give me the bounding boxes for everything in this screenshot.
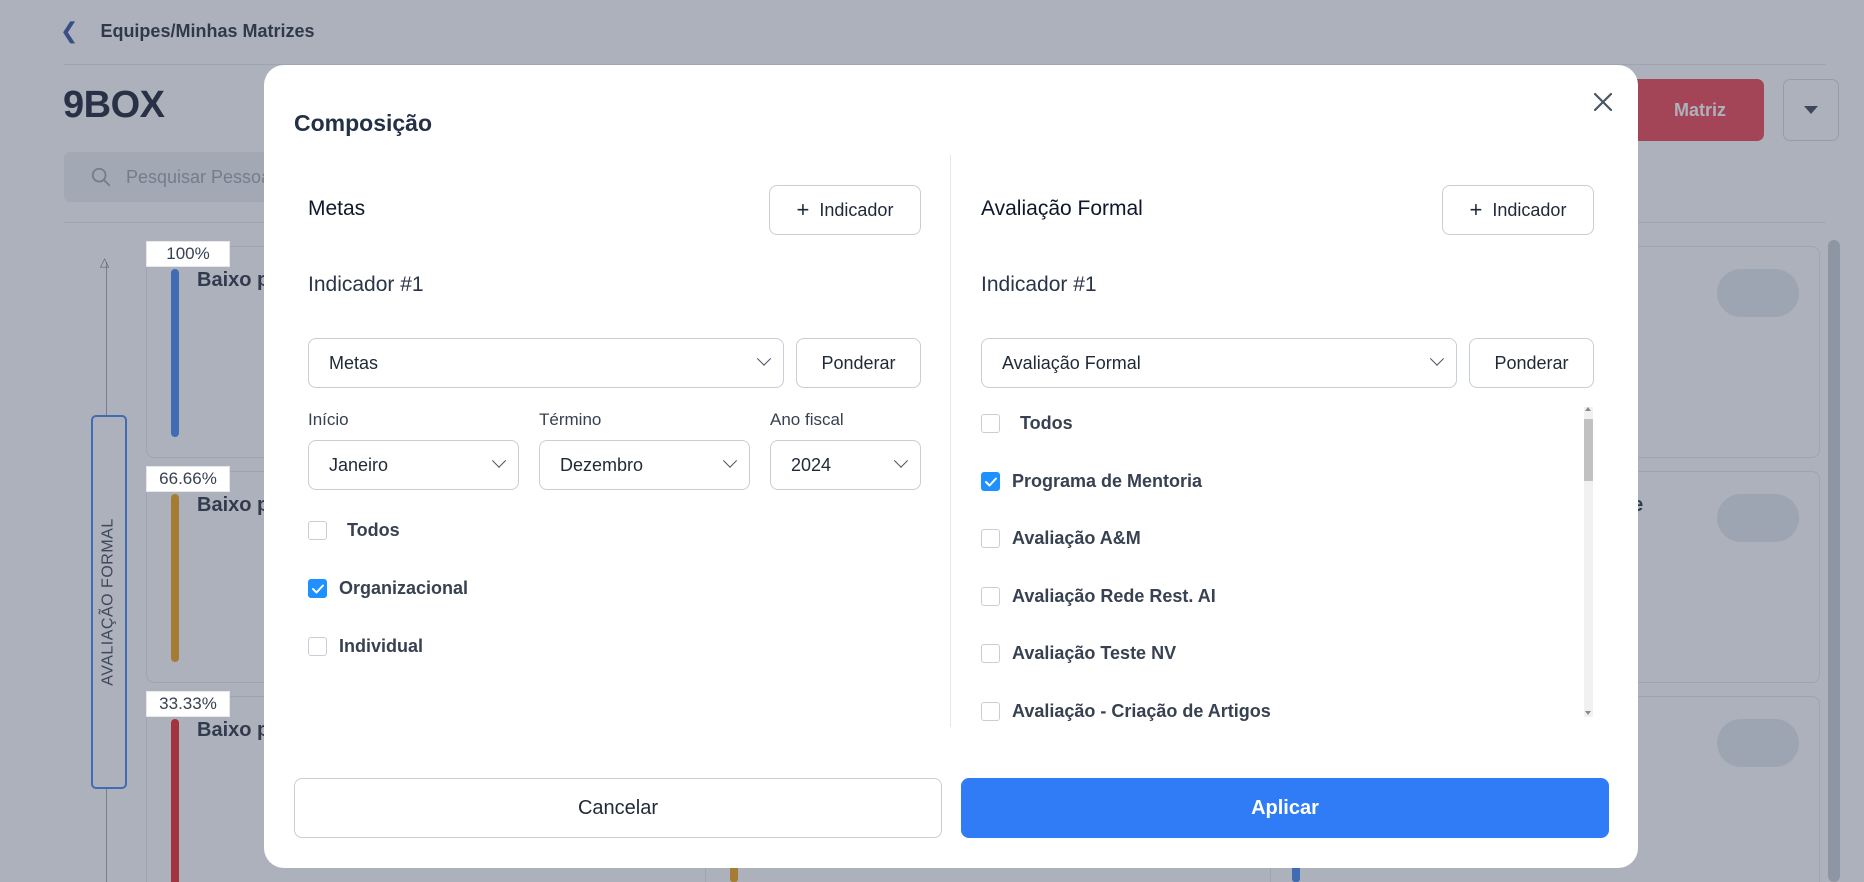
metas-indicator-title: Indicador #1	[308, 273, 424, 296]
option-label: Individual	[339, 636, 424, 656]
formal-indicator-title: Indicador #1	[981, 273, 1097, 296]
pct-label: 100%	[146, 241, 230, 267]
formal-option-todos[interactable]: Todos	[981, 413, 1073, 434]
start-month-select[interactable]: Janeiro	[308, 440, 519, 490]
formal-option-am[interactable]: Avaliação A&M	[981, 528, 1141, 549]
formal-select-value: Avaliação Formal	[1002, 352, 1141, 373]
plus-icon: +	[796, 197, 810, 222]
option-label: Avaliação Rede Rest. AI	[1012, 586, 1216, 606]
option-label: Todos	[1020, 413, 1073, 433]
scroll-up-icon[interactable]	[1585, 407, 1591, 411]
metas-section-title: Metas	[308, 197, 366, 220]
chevron-down-icon	[893, 453, 909, 468]
checkbox-checked[interactable]	[308, 579, 327, 598]
cancel-button[interactable]: Cancelar	[294, 778, 942, 838]
formal-add-indicator-button[interactable]: + Indicador	[1442, 185, 1594, 235]
formal-option-rede-rest[interactable]: Avaliação Rede Rest. AI	[981, 586, 1216, 607]
checkbox[interactable]	[981, 644, 1000, 663]
end-month-select[interactable]: Dezembro	[539, 440, 750, 490]
apply-button[interactable]: Aplicar	[961, 778, 1609, 838]
option-label: Organizacional	[339, 578, 469, 598]
option-label: Programa de Mentoria	[1012, 471, 1203, 491]
metas-add-indicator-button[interactable]: + Indicador	[769, 185, 921, 235]
checkbox[interactable]	[981, 529, 1000, 548]
chevron-down-icon	[722, 453, 738, 468]
add-indicator-label: Indicador	[1492, 199, 1567, 220]
fiscal-year-select[interactable]: 2024	[770, 440, 921, 490]
check-icon	[311, 584, 324, 593]
formal-section-title: Avaliação Formal	[981, 197, 1143, 220]
formal-weight-button[interactable]: Ponderar	[1469, 338, 1594, 388]
pct-label: 66.66%	[146, 466, 230, 492]
plus-icon: +	[1469, 197, 1483, 222]
chevron-down-icon	[491, 453, 507, 468]
fiscal-year-label: Ano fiscal	[770, 410, 844, 429]
formal-option-teste-nv[interactable]: Avaliação Teste NV	[981, 643, 1176, 664]
options-scrollbar-thumb[interactable]	[1584, 419, 1593, 481]
checkbox[interactable]	[308, 521, 327, 540]
checkbox[interactable]	[981, 587, 1000, 606]
column-divider	[950, 155, 951, 727]
metas-option-organizacional[interactable]: Organizacional	[308, 578, 468, 599]
chevron-down-icon	[756, 351, 772, 366]
formal-indicator-select[interactable]: Avaliação Formal	[981, 338, 1457, 388]
formal-option-mentoria[interactable]: Programa de Mentoria	[981, 471, 1202, 492]
weight-label: Ponderar	[1494, 352, 1569, 373]
metas-option-todos[interactable]: Todos	[308, 520, 400, 541]
chevron-down-icon	[1429, 351, 1445, 366]
start-month-value: Janeiro	[329, 454, 389, 475]
checkbox[interactable]	[308, 637, 327, 656]
metas-indicator-select[interactable]: Metas	[308, 338, 784, 388]
formal-option-criacao-artigos[interactable]: Avaliação - Criação de Artigos	[981, 701, 1271, 722]
start-label: Início	[308, 410, 349, 429]
modal-title: Composição	[294, 110, 433, 136]
composition-modal: Composição Metas + Indicador Indicador #…	[264, 65, 1638, 868]
pct-label: 33.33%	[146, 691, 230, 717]
scroll-down-icon[interactable]	[1585, 711, 1591, 715]
option-label: Avaliação Teste NV	[1012, 643, 1177, 663]
add-indicator-label: Indicador	[819, 199, 894, 220]
end-month-value: Dezembro	[560, 454, 644, 475]
formal-options-list[interactable]: Todos Programa de Mentoria Avaliação A&M…	[960, 405, 1592, 723]
fiscal-year-value: 2024	[791, 454, 832, 475]
option-label: Avaliação A&M	[1012, 528, 1141, 548]
checkbox-checked[interactable]	[981, 472, 1000, 491]
weight-label: Ponderar	[821, 352, 896, 373]
check-icon	[984, 477, 997, 486]
close-icon[interactable]	[1588, 87, 1618, 117]
checkbox[interactable]	[981, 414, 1000, 433]
option-label: Todos	[347, 520, 400, 540]
metas-option-individual[interactable]: Individual	[308, 636, 423, 657]
checkbox[interactable]	[981, 702, 1000, 721]
metas-select-value: Metas	[329, 352, 379, 373]
option-label: Avaliação - Criação de Artigos	[1012, 701, 1271, 721]
end-label: Término	[539, 410, 602, 429]
metas-weight-button[interactable]: Ponderar	[796, 338, 921, 388]
